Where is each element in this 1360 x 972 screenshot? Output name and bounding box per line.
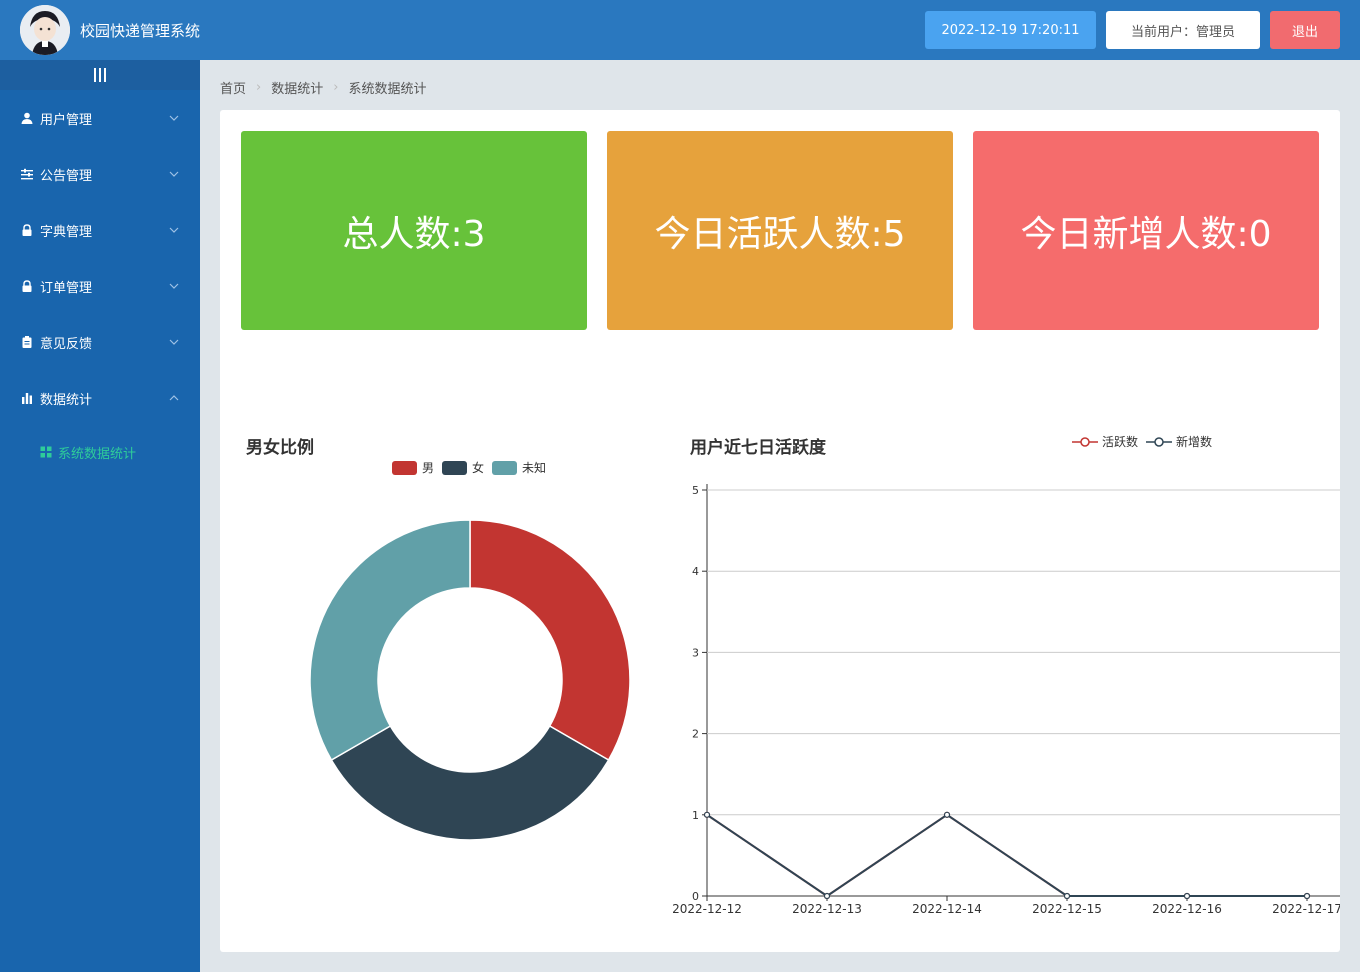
sidebar-item-order-management[interactable]: 订单管理 — [0, 266, 200, 306]
sidebar-subitem-label: 系统数据统计 — [58, 446, 137, 462]
x-tick-label: 2022-12-13 — [792, 902, 862, 916]
x-tick-label: 2022-12-16 — [1152, 902, 1222, 916]
y-tick-label: 4 — [692, 565, 699, 578]
chevron-down-icon — [169, 171, 179, 177]
collapse-bar — [99, 68, 101, 82]
sidebar-item-notice-management[interactable]: 公告管理 — [0, 154, 200, 194]
data-point[interactable] — [1303, 892, 1311, 900]
y-tick-label: 5 — [692, 484, 699, 497]
line-chart-title: 用户近七日活跃度 — [690, 438, 826, 458]
data-point[interactable] — [1063, 892, 1071, 900]
grid-icon — [40, 446, 52, 458]
sidebar-item-feedback[interactable]: 意见反馈 — [0, 322, 200, 362]
pie-chart — [309, 519, 631, 841]
sidebar-item-statistics[interactable]: 数据统计 — [0, 378, 200, 418]
x-tick-label: 2022-12-12 — [672, 902, 742, 916]
pie-chart-title: 男女比例 — [246, 438, 314, 458]
chevron-down-icon — [169, 115, 179, 121]
collapse-bar — [94, 68, 96, 82]
data-point[interactable] — [703, 811, 711, 818]
data-point[interactable] — [823, 892, 831, 900]
legend-label: 活跃数 — [1102, 435, 1139, 449]
breadcrumb: 首页 › 数据统计 › 系统数据统计 — [220, 78, 426, 97]
sidebar-item-label: 用户管理 — [40, 112, 93, 128]
legend-item-active[interactable]: 活跃数 — [1072, 433, 1138, 450]
x-tick-label: 2022-12-14 — [912, 902, 982, 916]
app-title: 校园快递管理系统 — [80, 22, 201, 40]
chevron-down-icon — [169, 283, 179, 289]
y-tick-label: 2 — [692, 728, 699, 741]
legend-item-unknown[interactable]: 未知 — [492, 459, 546, 476]
user-icon — [20, 111, 34, 125]
legend-item-female[interactable]: 女 — [442, 459, 484, 476]
sidebar-item-label: 订单管理 — [40, 280, 93, 296]
y-tick-label: 1 — [692, 809, 699, 822]
legend-line-marker — [1146, 436, 1173, 447]
legend-line-marker — [1072, 436, 1098, 447]
chevron-down-icon — [169, 339, 179, 345]
stat-card-new-today: 今日新增人数:0 — [973, 131, 1319, 330]
legend-label: 未知 — [522, 461, 547, 475]
sidebar-item-label: 数据统计 — [40, 392, 93, 408]
sidebar-item-label: 意见反馈 — [40, 336, 93, 352]
sidebar-item-user-management[interactable]: 用户管理 — [0, 98, 200, 138]
breadcrumb-separator: › — [333, 80, 339, 95]
lock-icon — [20, 223, 34, 237]
clipboard-icon — [20, 335, 34, 349]
legend-swatch — [442, 460, 468, 475]
avatar[interactable] — [20, 5, 70, 55]
datetime-display: 2022-12-19 17:20:11 — [925, 11, 1096, 49]
main-panel: 总人数:3 今日活跃人数:5 今日新增人数:0 男女比例 男 女 未知 用户近七… — [220, 110, 1340, 952]
breadcrumb-separator: › — [256, 80, 262, 95]
x-tick-label: 2022-12-15 — [1032, 902, 1102, 916]
legend-swatch — [392, 460, 417, 475]
pie-slice[interactable] — [309, 519, 471, 762]
sidebar-item-label: 字典管理 — [40, 224, 93, 240]
x-tick-label: 2022-12-17 — [1272, 902, 1340, 916]
legend-item-new[interactable]: 新增数 — [1146, 433, 1212, 450]
data-point[interactable] — [943, 811, 951, 818]
pie-slice[interactable] — [330, 724, 610, 841]
sidebar-subitem-system-statistics[interactable]: 系统数据统计 — [0, 434, 200, 470]
sidebar-item-label: 公告管理 — [40, 168, 93, 184]
pie-chart-legend: 男 女 未知 — [392, 459, 554, 476]
top-header: 校园快递管理系统 2022-12-19 17:20:11 当前用户：管理员 退出 — [0, 0, 1360, 60]
legend-label: 女 — [472, 461, 485, 475]
stat-card-active-today: 今日活跃人数:5 — [607, 131, 953, 330]
pie-slice[interactable] — [469, 519, 631, 762]
legend-swatch — [492, 460, 518, 475]
legend-label: 新增数 — [1176, 435, 1213, 449]
breadcrumb-current: 系统数据统计 — [348, 82, 427, 97]
stat-card-label: 今日活跃人数:5 — [654, 213, 906, 255]
series-line — [706, 813, 1307, 898]
stat-card-label: 今日新增人数:0 — [1020, 213, 1272, 255]
collapse-bar — [104, 68, 106, 82]
lock-icon — [20, 279, 34, 293]
legend-item-male[interactable]: 男 — [392, 459, 434, 476]
stat-card-total-users: 总人数:3 — [241, 131, 587, 330]
legend-label: 男 — [422, 461, 435, 475]
line-chart-legend: 活跃数 新增数 — [1072, 433, 1220, 450]
sidebar-collapse-button[interactable] — [0, 60, 200, 90]
stat-card-label: 总人数:3 — [342, 213, 486, 255]
sidebar: 用户管理 公告管理 字典管理 订单管理 意见反馈 数据统计 系统数据统计 — [0, 60, 200, 972]
current-user-display: 当前用户：管理员 — [1106, 11, 1260, 49]
logout-button[interactable]: 退出 — [1270, 11, 1340, 49]
bar-chart-icon — [20, 391, 34, 405]
line-chart: 0123452022-12-12 2022-12-13 2022-12-14 2022… — [672, 484, 1340, 916]
y-tick-label: 3 — [692, 646, 699, 659]
sliders-icon — [20, 167, 34, 181]
data-point[interactable] — [1183, 892, 1191, 900]
chevron-up-icon — [169, 395, 179, 401]
chevron-down-icon — [169, 227, 179, 233]
breadcrumb-statistics[interactable]: 数据统计 — [271, 78, 323, 97]
sidebar-item-dictionary-management[interactable]: 字典管理 — [0, 210, 200, 250]
breadcrumb-home[interactable]: 首页 — [220, 78, 246, 97]
